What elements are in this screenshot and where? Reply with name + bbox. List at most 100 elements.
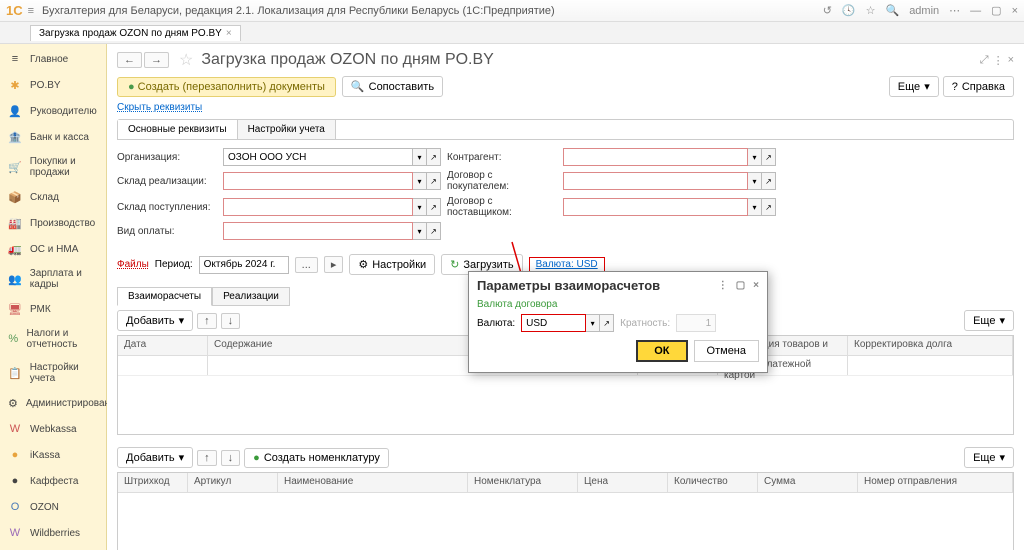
sidebar-item-1[interactable]: ✱PO.BY: [0, 72, 106, 98]
user-label[interactable]: admin: [909, 5, 939, 17]
kratnost-input[interactable]: [676, 314, 716, 332]
nav-forward-button[interactable]: →: [144, 52, 169, 68]
subtab-sales[interactable]: Реализации: [212, 287, 290, 306]
dropdown-icon[interactable]: ▾: [413, 198, 427, 216]
more-table1-button[interactable]: Еще ▾: [964, 310, 1014, 331]
compare-button[interactable]: 🔍 Сопоставить: [342, 76, 443, 97]
sidebar-item-10[interactable]: %Налоги и отчетность: [0, 322, 106, 356]
expand-icon[interactable]: ⤢: [980, 54, 989, 67]
more-icon[interactable]: ⋮: [993, 54, 1004, 67]
favorite-star-icon[interactable]: ☆: [179, 50, 193, 70]
sidebar-icon: W: [8, 526, 22, 540]
document-tab[interactable]: Загрузка продаж OZON по дням PO.BY ×: [30, 25, 241, 41]
sidebar-label: OZON: [30, 502, 59, 513]
move-up-button[interactable]: ↑: [197, 313, 217, 329]
sidebar-item-3[interactable]: 🏦Банк и касса: [0, 124, 106, 150]
close-window-icon[interactable]: ×: [1012, 5, 1018, 17]
sidebar-item-17[interactable]: WWildberries: [0, 520, 106, 546]
open-icon[interactable]: ↗: [427, 222, 441, 240]
open-icon[interactable]: ↗: [427, 198, 441, 216]
dropdown-icon[interactable]: ▾: [413, 222, 427, 240]
document-tabbar: Загрузка продаж OZON по дням PO.BY ×: [0, 22, 1024, 44]
dogovor-pokup-input[interactable]: [563, 172, 748, 190]
more-button[interactable]: Еще ▾: [889, 76, 939, 97]
kratnost-label: Кратность:: [620, 318, 670, 329]
ok-button[interactable]: ОК: [636, 340, 687, 362]
currency-input[interactable]: [521, 314, 586, 332]
open-icon[interactable]: ↗: [762, 172, 776, 190]
cancel-button[interactable]: Отмена: [694, 340, 759, 362]
sidebar-item-2[interactable]: 👤Руководителю: [0, 98, 106, 124]
sidebar-item-11[interactable]: 📋Настройки учета: [0, 356, 106, 390]
dogovor-post-input[interactable]: [563, 198, 748, 216]
more-table2-button[interactable]: Еще ▾: [964, 447, 1014, 468]
burger-icon[interactable]: ≡: [28, 5, 34, 17]
move-up2-button[interactable]: ↑: [197, 450, 217, 466]
sidebar-item-4[interactable]: 🛒Покупки и продажи: [0, 150, 106, 184]
settings-button[interactable]: ⚙ Настройки: [349, 254, 435, 275]
move-down-button[interactable]: ↓: [221, 313, 241, 329]
sidebar-item-13[interactable]: WWebkassa: [0, 416, 106, 442]
help-button[interactable]: ? Справка: [943, 76, 1014, 97]
move-down2-button[interactable]: ↓: [221, 450, 241, 466]
options-icon[interactable]: ⋯: [949, 4, 960, 17]
vid-oplaty-input[interactable]: [223, 222, 413, 240]
close-page-icon[interactable]: ×: [1008, 54, 1014, 67]
sidebar-item-7[interactable]: 🚛ОС и НМА: [0, 236, 106, 262]
open-icon[interactable]: ↗: [427, 148, 441, 166]
open-icon[interactable]: ↗: [600, 314, 614, 332]
sklad-post-input[interactable]: [223, 198, 413, 216]
tab-main-props[interactable]: Основные реквизиты: [118, 120, 238, 139]
open-icon[interactable]: ↗: [427, 172, 441, 190]
col-barcode: Штрихкод: [118, 473, 188, 492]
sklad-real-input[interactable]: [223, 172, 413, 190]
tab-close-icon[interactable]: ×: [226, 28, 232, 39]
dropdown-icon[interactable]: ▾: [413, 172, 427, 190]
dropdown-icon[interactable]: ▾: [413, 148, 427, 166]
sidebar-item-12[interactable]: ⚙Администрирование: [0, 390, 106, 416]
period-input[interactable]: [199, 256, 289, 274]
dropdown-icon[interactable]: ▾: [748, 198, 762, 216]
files-link[interactable]: Файлы: [117, 259, 149, 270]
maximize-icon[interactable]: ▢: [991, 4, 1001, 17]
currency-link[interactable]: Валюта: USD: [529, 257, 605, 272]
clock-icon[interactable]: 🕓: [842, 4, 856, 17]
search-icon[interactable]: 🔍: [885, 4, 899, 17]
dialog-maximize-icon[interactable]: ▢: [736, 280, 745, 291]
create-nomenclature-button[interactable]: ● Создать номенклатуру: [244, 448, 389, 468]
dogovor-pokup-label: Договор с покупателем:: [447, 170, 557, 192]
add-row-button[interactable]: Добавить ▾: [117, 310, 193, 331]
tab-accounting-settings[interactable]: Настройки учета: [238, 120, 336, 139]
open-icon[interactable]: ↗: [762, 198, 776, 216]
sidebar-item-9[interactable]: 🖥РМК: [0, 296, 106, 322]
create-documents-button[interactable]: ●Создать (перезаполнить) документы: [117, 77, 336, 97]
sidebar-item-16[interactable]: OOZON: [0, 494, 106, 520]
favorite-icon[interactable]: ☆: [866, 4, 876, 17]
period-next-button[interactable]: ▸: [324, 256, 344, 273]
sidebar-icon: ●: [8, 474, 22, 488]
dropdown-icon[interactable]: ▾: [748, 148, 762, 166]
sidebar-item-0[interactable]: ≡Главное: [0, 46, 106, 72]
dialog-close-icon[interactable]: ×: [753, 280, 759, 291]
nav-back-button[interactable]: ←: [117, 52, 142, 68]
add-row2-button[interactable]: Добавить ▾: [117, 447, 193, 468]
org-input[interactable]: [223, 148, 413, 166]
col-name: Наименование: [278, 473, 468, 492]
sidebar-item-15[interactable]: ●Каффеста: [0, 468, 106, 494]
open-icon[interactable]: ↗: [762, 148, 776, 166]
hide-props-link[interactable]: Скрыть реквизиты: [107, 102, 212, 119]
sidebar-item-5[interactable]: 📦Склад: [0, 184, 106, 210]
sidebar-item-8[interactable]: 👥Зарплата и кадры: [0, 262, 106, 296]
dialog-more-icon[interactable]: ⋮: [718, 280, 728, 291]
history-icon[interactable]: ↺: [823, 4, 832, 17]
sidebar-item-6[interactable]: 🏭Производство: [0, 210, 106, 236]
dropdown-icon[interactable]: ▾: [586, 314, 600, 332]
sidebar-item-14[interactable]: ●iKassa: [0, 442, 106, 468]
dropdown-icon[interactable]: ▾: [748, 172, 762, 190]
subtab-settlements[interactable]: Взаиморасчеты: [117, 287, 212, 306]
kontragent-input[interactable]: [563, 148, 748, 166]
items-table[interactable]: Штрихкод Артикул Наименование Номенклату…: [117, 472, 1014, 550]
sidebar-icon: ✱: [8, 78, 22, 92]
period-picker-button[interactable]: ...: [295, 257, 318, 273]
minimize-icon[interactable]: —: [970, 5, 981, 17]
